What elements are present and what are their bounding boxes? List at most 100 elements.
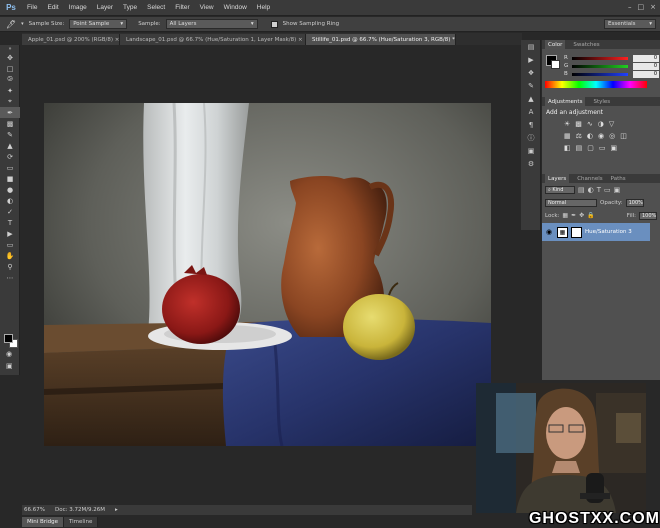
color-lookup-icon[interactable]: ◫ [620, 132, 627, 140]
menu-window[interactable]: Window [219, 4, 252, 11]
magic-wand-icon[interactable]: ✦ [0, 85, 20, 96]
invert-icon[interactable]: ◧ [564, 144, 571, 152]
marquee-tool-icon[interactable]: □ [0, 63, 20, 74]
workspace-select[interactable]: Essentials ▾ [604, 19, 656, 29]
filter-adjust-icon[interactable]: ◐ [588, 186, 594, 194]
navigator-panel-icon[interactable]: ▣ [521, 144, 541, 157]
minimize-button[interactable]: – [628, 3, 632, 11]
menu-select[interactable]: Select [142, 4, 170, 11]
posterize-icon[interactable]: ▤ [576, 144, 583, 152]
hand-tool-icon[interactable]: ✋ [0, 250, 20, 261]
layer-mask-thumb[interactable] [571, 226, 582, 238]
tab-layers[interactable]: Layers [545, 174, 570, 183]
brush-presets-icon[interactable]: ✎ [521, 79, 541, 92]
eyedropper-preset-icon[interactable]: 🖊 [6, 20, 16, 29]
visibility-eye-icon[interactable]: ◉ [546, 228, 554, 236]
blur-tool-icon[interactable]: ● [0, 184, 20, 195]
curves-icon[interactable]: ∿ [587, 120, 593, 128]
sample-size-select[interactable]: Point Sample ▾ [69, 19, 128, 29]
layer-item[interactable]: ◉ ▦ Hue/Saturation 3 [542, 223, 650, 241]
brush-panel-icon[interactable]: ❖ [521, 66, 541, 79]
selective-color-icon[interactable]: ▣ [611, 144, 618, 152]
tab-timeline[interactable]: Timeline [63, 516, 99, 527]
shape-tool-icon[interactable]: ▭ [0, 239, 20, 250]
filter-pixel-icon[interactable]: ▤ [578, 186, 585, 194]
menu-file[interactable]: File [22, 4, 42, 11]
exposure-icon[interactable]: ◑ [598, 120, 604, 128]
screen-mode-icon[interactable]: ▣ [6, 362, 13, 370]
pen-tool-icon[interactable]: ✓ [0, 206, 20, 217]
vibrance-icon[interactable]: ▽ [609, 120, 614, 128]
hue-saturation-icon[interactable]: ▦ [564, 132, 571, 140]
tab-paths[interactable]: Paths [611, 176, 626, 182]
lock-transparent-icon[interactable]: ▦ [562, 212, 568, 219]
history-brush-icon[interactable]: ⟳ [0, 151, 20, 162]
filter-type-icon[interactable]: T [597, 186, 601, 194]
tool-presets-icon[interactable]: ⚙ [521, 157, 541, 170]
blend-mode-select[interactable]: Normal [545, 198, 597, 207]
gradient-map-icon[interactable]: ▭ [599, 144, 606, 152]
tab-landscape[interactable]: Landscape_01.psd @ 66.7% (Hue/Saturation… [120, 34, 306, 45]
tab-stillife[interactable]: Stillife_01.psd @ 66.7% (Hue/Saturation … [306, 34, 456, 45]
healing-brush-icon[interactable]: ▩ [0, 118, 20, 129]
lock-all-icon[interactable]: 🔒 [587, 212, 594, 219]
collapse-arrows-icon[interactable]: » [0, 45, 20, 52]
filter-smart-icon[interactable]: ▣ [614, 186, 621, 194]
type-tool-icon[interactable]: T [0, 217, 20, 228]
foreground-color-swatch[interactable] [4, 334, 13, 343]
bg-color-chip[interactable] [551, 60, 560, 69]
document-canvas[interactable] [44, 103, 491, 446]
close-button[interactable]: × [650, 3, 656, 11]
menu-layer[interactable]: Layer [92, 4, 118, 11]
menu-edit[interactable]: Edit [42, 4, 63, 11]
path-select-icon[interactable]: ▶ [0, 228, 20, 239]
eraser-tool-icon[interactable]: ▭ [0, 162, 20, 173]
clone-stamp-icon[interactable]: ▲ [0, 140, 20, 151]
clone-source-icon[interactable]: ▲ [521, 92, 541, 105]
black-white-icon[interactable]: ◐ [587, 132, 593, 140]
filter-shape-icon[interactable]: ▭ [604, 186, 611, 194]
show-ring-checkbox[interactable] [270, 20, 278, 28]
levels-icon[interactable]: ▩ [575, 120, 582, 128]
color-balance-icon[interactable]: ⚖ [576, 132, 582, 140]
opacity-input[interactable]: 100% [625, 198, 644, 207]
layer-filter-select[interactable]: ⌕ Kind [545, 185, 575, 194]
green-value[interactable]: 0 [633, 62, 659, 70]
history-panel-icon[interactable]: ▤ [521, 40, 541, 53]
tab-styles[interactable]: Styles [593, 99, 610, 105]
threshold-icon[interactable]: ▢ [587, 144, 594, 152]
channel-mixer-icon[interactable]: ◎ [609, 132, 615, 140]
brightness-icon[interactable]: ☀ [564, 120, 570, 128]
more-tools-icon[interactable]: ⋯ [0, 272, 20, 283]
menu-filter[interactable]: Filter [170, 4, 194, 11]
gradient-tool-icon[interactable]: ■ [0, 173, 20, 184]
menu-image[interactable]: Image [64, 4, 92, 11]
actions-panel-icon[interactable]: ▶ [521, 53, 541, 66]
lasso-tool-icon[interactable]: ⧁ [0, 74, 20, 85]
dodge-tool-icon[interactable]: ◐ [0, 195, 20, 206]
tab-adjustments[interactable]: Adjustments [545, 97, 586, 106]
red-value[interactable]: 0 [633, 54, 659, 62]
status-menu-arrow-icon[interactable]: ▸ [115, 507, 118, 513]
lock-pixels-icon[interactable]: ✒ [571, 212, 576, 219]
zoom-level[interactable]: 66.67% [24, 507, 45, 513]
move-tool-icon[interactable]: ✥ [0, 52, 20, 63]
tab-mini-bridge[interactable]: Mini Bridge [22, 516, 64, 527]
color-spectrum[interactable] [545, 81, 647, 88]
character-panel-icon[interactable]: A [521, 105, 541, 118]
menu-view[interactable]: View [195, 4, 219, 11]
brush-tool-icon[interactable]: ✎ [0, 129, 20, 140]
zoom-tool-icon[interactable]: ⚲ [0, 261, 20, 272]
tab-swatches[interactable]: Swatches [573, 42, 599, 48]
fill-input[interactable]: 100% [639, 211, 657, 220]
menu-type[interactable]: Type [118, 4, 142, 11]
tab-color[interactable]: Color [545, 40, 566, 49]
quick-mask-icon[interactable]: ◉ [6, 350, 12, 358]
slider-blue[interactable]: B 0 [542, 70, 660, 78]
blue-value[interactable]: 0 [633, 70, 659, 78]
paragraph-panel-icon[interactable]: ¶ [521, 118, 541, 131]
tab-apple[interactable]: Apple_01.psd @ 200% (RGB/8) × [22, 34, 120, 45]
tab-channels[interactable]: Channels [577, 176, 602, 182]
sample-select[interactable]: All Layers ▾ [165, 19, 258, 29]
preset-dropdown-icon[interactable]: ▾ [21, 21, 24, 27]
